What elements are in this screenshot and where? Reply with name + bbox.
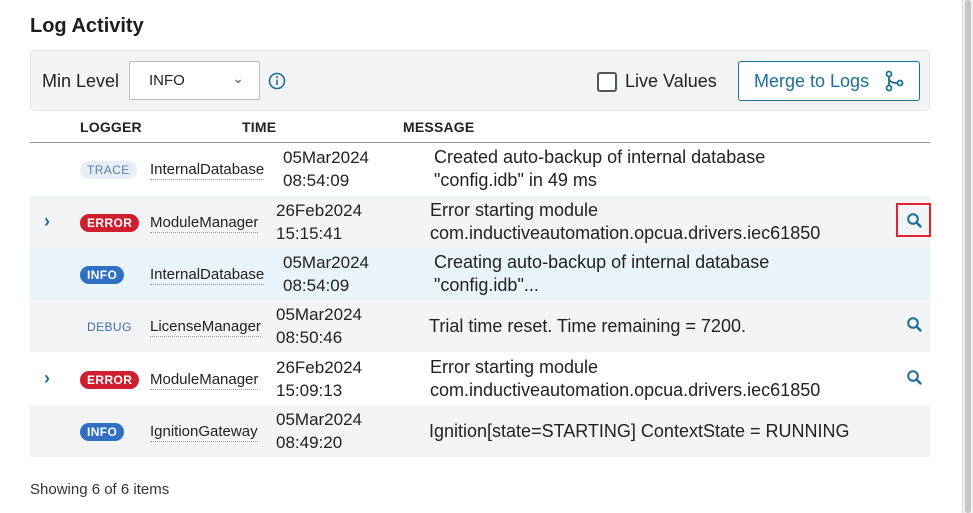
logger-name[interactable]: InternalDatabase — [150, 161, 265, 180]
timestamp-time: 08:49:20 — [276, 433, 343, 452]
timestamp: 26Feb2024 15:09:13 — [276, 356, 362, 402]
table-row[interactable]: TRACE InternalDatabase 05Mar2024 08:54:09 Cr… — [30, 143, 930, 195]
log-message-line: Error starting module — [430, 200, 599, 220]
table-row[interactable]: › ERROR ModuleManager 26Feb2024 15:09:13 Erro… — [30, 353, 930, 405]
timestamp-time: 08:50:46 — [276, 328, 343, 347]
level-badge: INFO — [80, 423, 125, 441]
live-values-checkbox[interactable] — [597, 72, 617, 92]
log-message-line: Creating auto-backup of internal databas… — [434, 252, 770, 272]
chevron-right-icon[interactable]: › — [44, 368, 50, 389]
timestamp: 26Feb2024 15:15:41 — [276, 199, 362, 245]
log-toolbar: Min Level INFO ⌄ Live Values Merge to Lo… — [30, 50, 930, 111]
level-badge: ERROR — [80, 214, 140, 232]
timestamp-date: 05Mar2024 — [283, 148, 370, 167]
min-level-value: INFO — [149, 72, 185, 89]
timestamp: 05Mar2024 08:49:20 — [276, 408, 362, 454]
level-badge: TRACE — [80, 161, 137, 179]
live-values-label[interactable]: Live Values — [625, 71, 717, 92]
log-message-line: Error starting module — [430, 357, 599, 377]
table-row[interactable]: DEBUG LicenseManager 05Mar2024 08:50:46 Tria… — [30, 300, 930, 352]
log-message-line: "config.idb"... — [434, 275, 539, 295]
timestamp: 05Mar2024 08:50:46 — [276, 303, 362, 349]
timestamp-time: 15:15:41 — [276, 224, 343, 243]
table-row[interactable]: INFO InternalDatabase 05Mar2024 08:54:09 Cre… — [30, 248, 930, 300]
log-message-line: Created auto-backup of internal database — [434, 147, 766, 167]
log-message-line: "config.idb" in 49 ms — [434, 170, 597, 190]
table-row[interactable]: INFO IgnitionGateway 05Mar2024 08:49:20 Igni… — [30, 405, 930, 457]
column-header-logger[interactable]: LOGGER — [80, 119, 142, 135]
page-title: Log Activity — [30, 15, 144, 37]
timestamp-date: 05Mar2024 — [276, 305, 363, 324]
info-icon[interactable] — [268, 72, 286, 90]
search-icon[interactable] — [905, 211, 925, 231]
column-header-message[interactable]: MESSAGE — [403, 119, 474, 135]
timestamp-date: 05Mar2024 — [276, 410, 363, 429]
level-badge: INFO — [80, 266, 125, 284]
log-message: Error starting module com.inductiveautoma… — [430, 199, 880, 245]
log-message-line: Ignition[state=STARTING] ContextState = … — [429, 421, 850, 441]
timestamp-time: 15:09:13 — [276, 381, 343, 400]
scrollbar-thumb[interactable] — [965, 0, 971, 513]
log-message: Ignition[state=STARTING] ContextState = … — [429, 420, 879, 443]
logger-name[interactable]: ModuleManager — [150, 371, 259, 390]
timestamp-date: 26Feb2024 — [276, 358, 363, 377]
search-icon[interactable] — [905, 315, 925, 335]
timestamp-date: 26Feb2024 — [276, 201, 363, 220]
logger-name[interactable]: IgnitionGateway — [150, 423, 258, 442]
chevron-down-icon: ⌄ — [232, 70, 244, 86]
chevron-right-icon[interactable]: › — [44, 211, 50, 232]
min-level-select[interactable]: INFO ⌄ — [129, 61, 260, 100]
timestamp-time: 08:54:09 — [283, 276, 350, 295]
timestamp: 05Mar2024 08:54:09 — [283, 146, 369, 192]
log-message: Trial time reset. Time remaining = 7200. — [429, 315, 879, 338]
timestamp-date: 05Mar2024 — [283, 253, 370, 272]
log-message: Error starting module com.inductiveautoma… — [430, 356, 880, 402]
log-message: Creating auto-backup of internal databas… — [434, 251, 884, 297]
merge-icon — [885, 70, 904, 92]
table-row[interactable]: › ERROR ModuleManager 26Feb2024 15:15:41 Erro… — [30, 196, 931, 248]
merge-to-logs-button[interactable]: Merge to Logs — [738, 61, 920, 101]
min-level-label: Min Level — [42, 71, 120, 91]
log-message: Created auto-backup of internal database… — [434, 146, 884, 192]
item-count-summary: Showing 6 of 6 items — [30, 481, 170, 498]
log-message-line: com.inductiveautomation.opcua.drivers.ie… — [430, 380, 821, 400]
level-badge: DEBUG — [87, 320, 132, 334]
timestamp: 05Mar2024 08:54:09 — [283, 251, 369, 297]
search-icon[interactable] — [905, 368, 925, 388]
logger-name[interactable]: LicenseManager — [150, 318, 261, 337]
column-header-time[interactable]: TIME — [242, 119, 276, 135]
log-message-line: com.inductiveautomation.opcua.drivers.ie… — [430, 223, 821, 243]
level-badge: ERROR — [80, 371, 140, 389]
logger-name[interactable]: InternalDatabase — [150, 266, 265, 285]
page-scrollbar[interactable] — [962, 0, 973, 513]
log-message-line: Trial time reset. Time remaining = 7200. — [429, 316, 746, 336]
merge-to-logs-label: Merge to Logs — [754, 71, 870, 91]
logger-name[interactable]: ModuleManager — [150, 214, 259, 233]
timestamp-time: 08:54:09 — [283, 171, 350, 190]
